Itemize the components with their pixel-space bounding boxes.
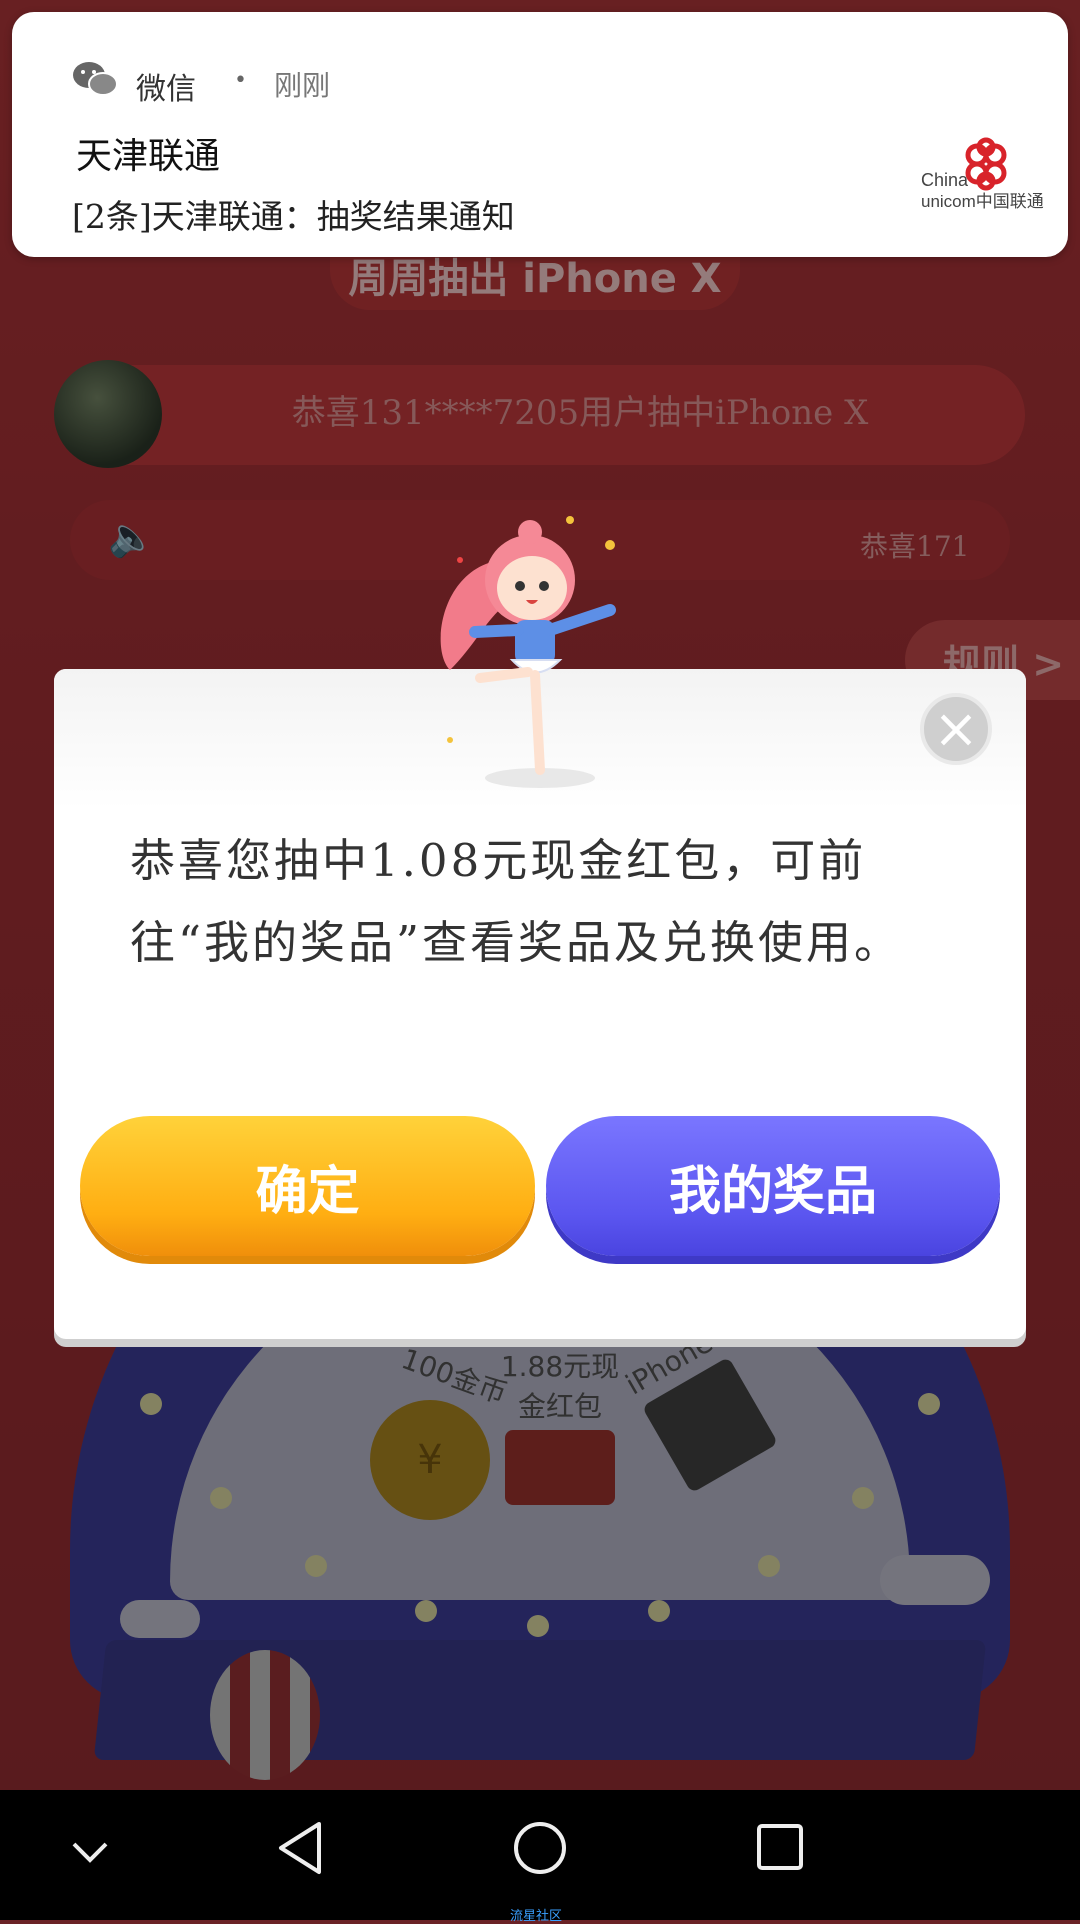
notification-card[interactable]: 微信 • 刚刚 天津联通 [2条]天津联通：抽奖结果通知 China unico… [12, 12, 1068, 257]
logo-text-unicom: unicom中国联通 [921, 192, 1044, 211]
recent-apps-icon[interactable] [755, 1822, 805, 1872]
notification-body: [2条]天津联通：抽奖结果通知 [72, 197, 515, 236]
notification-app-name: 微信 [136, 72, 196, 107]
wechat-icon [73, 62, 118, 96]
confirm-button[interactable]: 确定 [80, 1116, 535, 1256]
back-icon[interactable] [275, 1820, 325, 1876]
close-icon[interactable]: × [920, 693, 992, 765]
chevron-down-icon[interactable] [68, 1830, 112, 1874]
notification-time: 刚刚 [274, 69, 331, 102]
notification-separator: • [234, 68, 247, 93]
my-prizes-button[interactable]: 我的奖品 [546, 1116, 1000, 1256]
prize-message: 恭喜您抽中1.08元现金红包，可前往“我的奖品”查看奖品及兑换使用。 [130, 834, 903, 969]
notification-title: 天津联通 [76, 136, 221, 177]
system-navigation-bar [0, 1790, 1080, 1920]
dancing-girl-illustration [440, 516, 616, 788]
home-icon[interactable] [512, 1820, 568, 1876]
watermark: 流星社区 [510, 1909, 563, 1924]
